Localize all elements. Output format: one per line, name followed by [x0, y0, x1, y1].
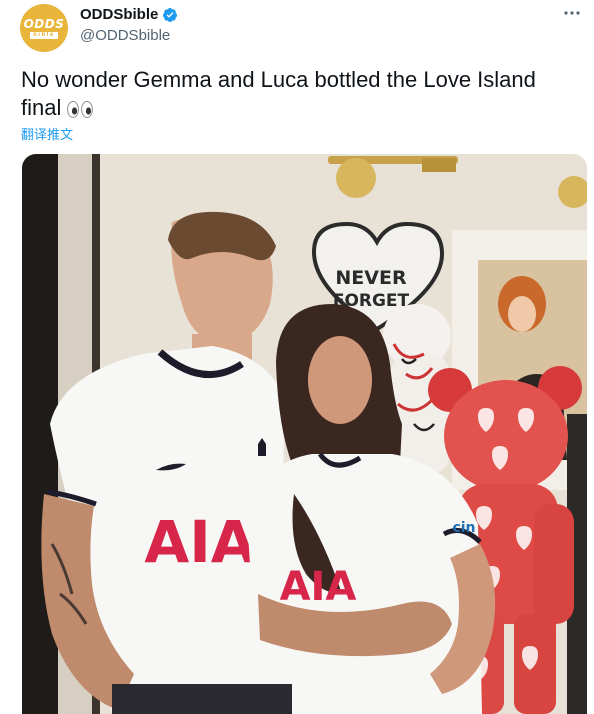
avatar-logo-text: ODDS	[23, 16, 65, 31]
avatar-logo-subtext: bible	[30, 31, 58, 39]
display-name[interactable]: ODDSbible	[80, 6, 158, 23]
avatar[interactable]: ODDS bible	[20, 4, 68, 52]
translate-link[interactable]: 翻译推文	[21, 124, 73, 143]
shirt-sponsor-man: AIA	[144, 508, 255, 576]
handle[interactable]: @ODDSbible	[80, 27, 170, 44]
verified-badge-icon	[163, 7, 178, 22]
more-options-icon[interactable]	[560, 6, 584, 20]
shirt-sponsor-woman: AIA	[280, 564, 357, 610]
eyes-emoji-icon	[67, 101, 94, 118]
tweet-body: No wonder Gemma and Luca bottled the Lov…	[21, 67, 536, 120]
tweet-media-photo[interactable]: NEVER FORGET AIA AIA cin	[22, 154, 587, 714]
tweet-text: No wonder Gemma and Luca bottled the Lov…	[21, 66, 573, 122]
poster-text-line1: NEVER	[335, 267, 407, 289]
photo-illustration: NEVER FORGET AIA AIA cin	[22, 154, 587, 714]
sleeve-sponsor: cin	[452, 520, 475, 536]
name-row: ODDSbible	[80, 6, 178, 23]
